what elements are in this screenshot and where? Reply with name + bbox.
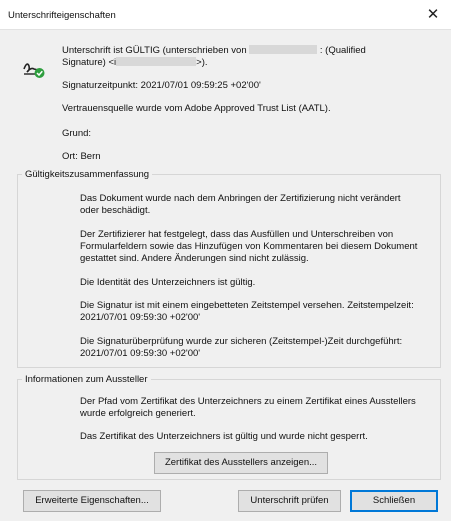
signature-time: Signaturzeitpunkt: 2021/07/01 09:59:25 +…: [62, 80, 261, 91]
close-icon[interactable]: ✕: [415, 0, 451, 30]
window-title: Unterschrifteigenschaften: [8, 10, 116, 21]
location-label: Ort: Bern: [62, 151, 101, 162]
validity-p1: Das Dokument wurde nach dem Anbringen de…: [80, 193, 401, 216]
validate-signature-button[interactable]: Unterschrift prüfen: [238, 490, 341, 512]
issuer-p2: Das Zertifikat des Unterzeichners ist gü…: [80, 431, 368, 442]
validity-p2: Der Zertifizierer hat festgelegt, dass d…: [80, 229, 418, 264]
issuer-p1: Der Pfad vom Zertifikat des Unterzeichne…: [80, 396, 416, 419]
issuer-info-legend: Informationen zum Aussteller: [25, 374, 148, 385]
redacted-name: [249, 45, 318, 54]
validity-p3: Die Identität des Unterzeichners ist gül…: [80, 277, 256, 288]
show-issuer-certificate-button[interactable]: Zertifikat des Ausstellers anzeigen...: [154, 452, 328, 474]
reason-label: Grund:: [62, 128, 92, 139]
signature-status-line1: Unterschrift ist GÜLTIG (unterschrieben …: [62, 45, 366, 57]
status-text-a: Unterschrift ist GÜLTIG (unterschrieben …: [62, 45, 247, 56]
redacted-email: [116, 57, 197, 66]
signature-valid-icon: [23, 63, 45, 78]
close-button[interactable]: Schließen: [350, 490, 438, 512]
status-text-b: : (Qualified: [319, 45, 366, 56]
status-text-c: Signature) <i: [62, 57, 117, 68]
title-bar: Unterschrifteigenschaften ✕: [0, 0, 451, 30]
validity-summary-legend: Gültigkeitszusammenfassung: [25, 169, 150, 180]
status-text-d: >).: [196, 57, 208, 68]
validity-p5: Die Signaturüberprüfung wurde zur sicher…: [80, 336, 403, 359]
validity-p4: Die Signatur ist mit einem eingebetteten…: [80, 300, 414, 323]
signature-status-line2: Signature) <i >).: [62, 57, 208, 69]
advanced-properties-button[interactable]: Erweiterte Eigenschaften...: [23, 490, 161, 512]
trust-source: Vertrauensquelle wurde vom Adobe Approve…: [62, 103, 331, 114]
